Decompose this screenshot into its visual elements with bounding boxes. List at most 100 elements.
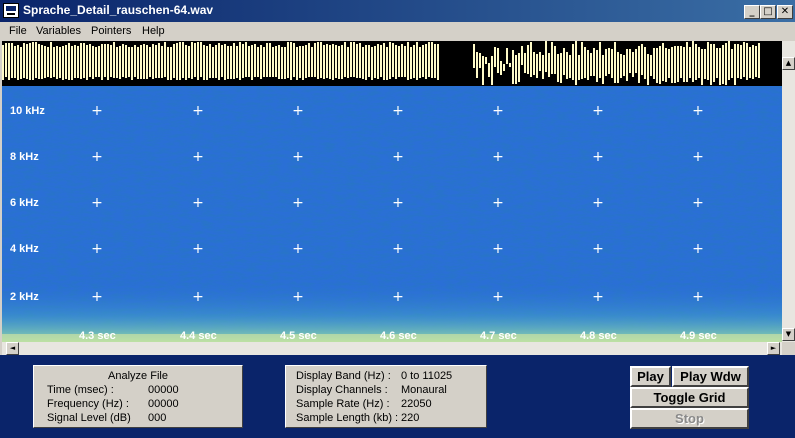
waveform-bar	[665, 48, 667, 82]
stop-button[interactable]: Stop	[630, 408, 749, 429]
waveform-bar	[626, 49, 628, 81]
waveform-bar	[551, 42, 553, 74]
vertical-scrollbar[interactable]: ▲ ▼	[782, 41, 795, 342]
waveform-bar	[98, 46, 100, 77]
waveform-bar	[434, 44, 436, 78]
menu-file[interactable]: File	[9, 25, 27, 37]
waveform-bar	[263, 47, 265, 77]
toggle-grid-button[interactable]: Toggle Grid	[630, 387, 749, 408]
waveform-bar	[653, 48, 655, 79]
waveform-bar	[155, 45, 157, 78]
waveform-bar	[287, 42, 289, 78]
waveform-bar	[170, 47, 172, 80]
waveform-bar	[2, 45, 4, 80]
waveform-bar	[647, 54, 649, 85]
close-button[interactable]: ✕	[777, 5, 793, 19]
waveform-bar	[14, 46, 16, 78]
waveform-bar	[725, 43, 727, 85]
waveform-bar	[683, 47, 685, 82]
grid-marker: +	[91, 195, 103, 211]
waveform-bar	[77, 46, 79, 78]
play-window-button[interactable]: Play Wdw	[672, 366, 749, 387]
waveform-bar	[122, 44, 124, 77]
scroll-left-button[interactable]: ◄	[6, 342, 19, 355]
waveform-bar	[26, 44, 28, 79]
waveform-bar	[35, 42, 37, 78]
waveform-bar	[176, 43, 178, 80]
waveform-bar	[413, 45, 415, 78]
waveform-bar	[605, 49, 607, 76]
waveform-bar	[527, 45, 529, 74]
sample-length-label: Sample Length (kb) :	[296, 412, 399, 424]
waveform-bar	[368, 45, 370, 77]
grid-marker: +	[492, 103, 504, 119]
waveform-bar	[620, 54, 622, 78]
grid-marker: +	[392, 241, 404, 257]
waveform-bar	[533, 52, 535, 75]
time-tick-label: 4.6 sec	[380, 330, 417, 342]
waveform-bar	[131, 47, 133, 80]
waveform-bar	[272, 47, 274, 77]
maximize-button[interactable]: □	[760, 5, 776, 19]
waveform-bar	[374, 46, 376, 78]
display-channels-label: Display Channels :	[296, 384, 388, 396]
waveform-bar	[509, 63, 511, 67]
waveform-bar	[74, 45, 76, 78]
waveform-bar	[734, 44, 736, 85]
scroll-up-button[interactable]: ▲	[782, 57, 795, 70]
waveform-bar	[278, 45, 280, 79]
waveform-bar	[572, 44, 574, 80]
display-band-value: 0 to 11025	[401, 370, 453, 382]
play-button[interactable]: Play	[630, 366, 671, 387]
waveform-bar	[8, 43, 10, 80]
waveform-bar	[428, 42, 430, 77]
grid-marker: +	[392, 195, 404, 211]
menu-variables[interactable]: Variables	[36, 25, 81, 37]
waveform-bar	[338, 46, 340, 79]
scroll-right-button[interactable]: ►	[767, 342, 780, 355]
menu-help[interactable]: Help	[142, 25, 165, 37]
menu-pointers[interactable]: Pointers	[91, 25, 131, 37]
grid-marker: +	[692, 241, 704, 257]
grid-marker: +	[192, 103, 204, 119]
waveform-bar	[590, 53, 592, 76]
waveform-bar	[569, 55, 571, 78]
waveform-bar	[530, 42, 532, 77]
grid-marker: +	[692, 103, 704, 119]
waveform-bar	[308, 43, 310, 77]
waveform-bar	[398, 46, 400, 77]
waveform-view[interactable]	[2, 41, 782, 86]
waveform-bar	[359, 43, 361, 78]
waveform-bar	[380, 45, 382, 77]
waveform-bar	[635, 49, 637, 73]
sample-rate-label: Sample Rate (Hz) :	[296, 398, 390, 410]
frequency-tick-label: 8 kHz	[10, 151, 39, 163]
horizontal-scrollbar[interactable]: ◄ ►	[2, 342, 782, 355]
waveform-bar	[737, 44, 739, 78]
app-icon[interactable]	[3, 3, 19, 18]
scroll-down-button[interactable]: ▼	[782, 328, 795, 341]
minimize-button[interactable]: _	[744, 5, 760, 19]
spectrogram-view[interactable]: 10 kHz + + + + + + +8 kHz + + + + + + +6 kHz + + + + + + +4 k…	[2, 86, 782, 342]
waveform-bar	[83, 43, 85, 78]
waveform-bar	[506, 48, 508, 64]
waveform-bar	[101, 44, 103, 80]
waveform-bar	[89, 44, 91, 77]
waveform-bar	[47, 47, 49, 77]
waveform-bar	[233, 43, 235, 79]
waveform-bar	[197, 42, 199, 80]
waveform-bar	[251, 45, 253, 80]
waveform-bar	[722, 45, 724, 84]
waveform-bar	[356, 44, 358, 78]
grid-marker: +	[392, 149, 404, 165]
waveform-bar	[311, 47, 313, 77]
grid-marker: +	[592, 289, 604, 305]
waveform-bar	[182, 42, 184, 78]
waveform-bar	[149, 47, 151, 77]
control-area: Analyze File Time (msec) : 00000 Frequen…	[0, 355, 795, 438]
time-tick-label: 4.4 sec	[180, 330, 217, 342]
waveform-bar	[638, 46, 640, 83]
waveform-bar	[371, 47, 373, 80]
time-label: Time (msec) :	[47, 384, 114, 396]
waveform-bar	[269, 43, 271, 77]
